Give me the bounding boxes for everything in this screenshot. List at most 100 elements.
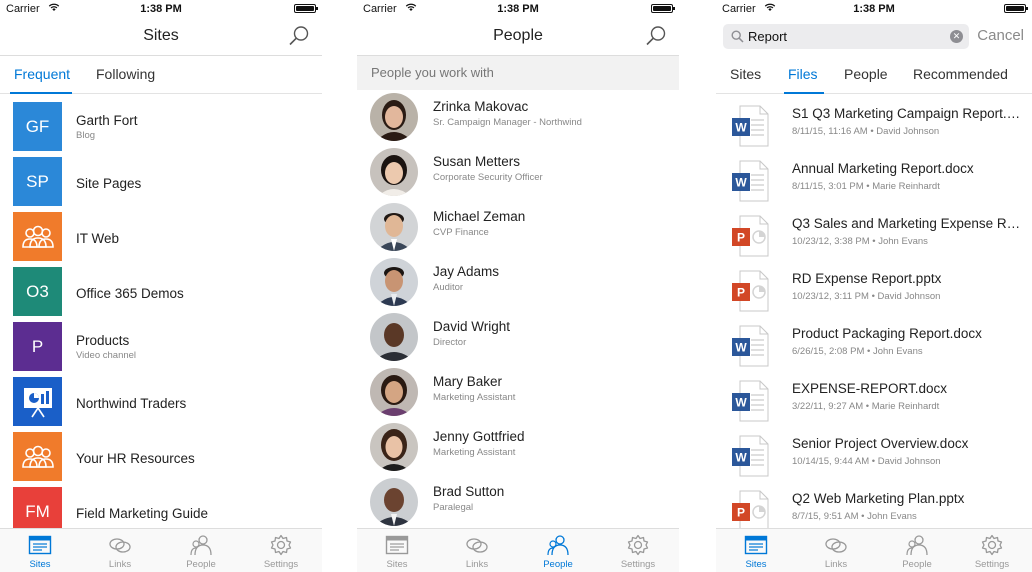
people-icon xyxy=(906,535,928,556)
tab-bar-sites[interactable]: Sites xyxy=(0,529,80,572)
file-name: Q2 Web Marketing Plan.pptx xyxy=(792,491,965,506)
file-item[interactable]: P RD Expense Report.pptx 10/23/12, 3:11 … xyxy=(716,264,1032,319)
tab-recommended[interactable]: Recommended xyxy=(913,66,1008,82)
powerpoint-doc-icon: P xyxy=(732,215,769,257)
clear-icon[interactable]: ✕ xyxy=(950,30,963,43)
file-item[interactable]: W Product Packaging Report.docx 6/26/15,… xyxy=(716,319,1032,374)
word-doc-icon: W xyxy=(732,325,769,367)
person-title: CVP Finance xyxy=(433,227,489,238)
file-item[interactable]: W Senior Project Overview.docx 10/14/15,… xyxy=(716,429,1032,484)
avatar xyxy=(370,93,418,141)
sites-icon xyxy=(28,535,52,555)
tab-bar-label: Settings xyxy=(263,559,299,570)
file-meta: 10/23/12, 3:11 PM • David Johnson xyxy=(792,291,941,302)
person-item[interactable]: Michael Zeman CVP Finance xyxy=(357,199,679,254)
file-item[interactable]: W S1 Q3 Marketing Campaign Report.docx 8… xyxy=(716,99,1032,154)
tab-following[interactable]: Following xyxy=(96,66,155,82)
sites-tabs: Frequent Following xyxy=(0,57,322,94)
search-icon[interactable] xyxy=(645,25,667,47)
file-meta: 8/11/15, 3:01 PM • Marie Reinhardt xyxy=(792,181,940,192)
nav-bar: Sites xyxy=(0,18,322,56)
tab-bar-settings[interactable]: Settings xyxy=(952,529,1032,572)
tab-bar-label: Sites xyxy=(386,559,408,570)
search-input[interactable] xyxy=(748,29,938,44)
tab-bar-links[interactable]: Links xyxy=(437,529,517,572)
tab-bar-links[interactable]: Links xyxy=(796,529,876,572)
site-item[interactable]: P Products Video channel xyxy=(0,319,322,374)
person-title: Sr. Campaign Manager - Northwind xyxy=(433,117,582,128)
person-name: Susan Metters xyxy=(433,154,521,169)
tab-people[interactable]: People xyxy=(844,66,888,82)
tab-bar-people[interactable]: People xyxy=(877,529,957,572)
clock: 1:38 PM xyxy=(140,3,182,15)
person-item[interactable]: Mary Baker Marketing Assistant xyxy=(357,364,679,419)
person-name: Jenny Gottfried xyxy=(433,429,525,444)
page-title: People xyxy=(493,27,543,44)
file-meta: 10/23/12, 3:38 PM • John Evans xyxy=(792,236,928,247)
tab-bar: Sites Links People Settings xyxy=(0,528,322,572)
person-item[interactable]: Brad Sutton Paralegal xyxy=(357,474,679,529)
tab-bar-people[interactable]: People xyxy=(518,529,598,572)
tab-bar-sites[interactable]: Sites xyxy=(716,529,796,572)
nav-bar: People xyxy=(357,18,679,56)
page-title: Sites xyxy=(143,27,179,44)
sites-screen: Carrier 1:38 PM Sites Frequent Following… xyxy=(0,0,322,572)
search-bar: ✕ Cancel xyxy=(716,18,1032,56)
tab-sites[interactable]: Sites xyxy=(730,66,761,82)
file-type-letter: P xyxy=(737,231,745,245)
cancel-button[interactable]: Cancel xyxy=(977,27,1024,44)
site-item[interactable]: IT Web xyxy=(0,209,322,264)
person-name: David Wright xyxy=(433,319,511,334)
person-title: Corporate Security Officer xyxy=(433,172,543,183)
word-doc-icon: W xyxy=(732,435,769,477)
tab-bar-label: Links xyxy=(108,559,132,570)
tab-bar-settings[interactable]: Settings xyxy=(241,529,321,572)
status-bar: Carrier 1:38 PM xyxy=(357,0,679,18)
file-item[interactable]: W EXPENSE-REPORT.docx 3/22/11, 9:27 AM •… xyxy=(716,374,1032,429)
person-name: Mary Baker xyxy=(433,374,503,389)
tab-frequent[interactable]: Frequent xyxy=(14,66,70,82)
search-icon[interactable] xyxy=(288,25,310,47)
person-item[interactable]: Susan Metters Corporate Security Officer xyxy=(357,144,679,199)
avatar xyxy=(370,368,418,416)
clock: 1:38 PM xyxy=(497,3,539,15)
links-icon xyxy=(466,538,488,553)
file-name: S1 Q3 Marketing Campaign Report.docx xyxy=(792,106,1024,121)
site-item[interactable]: O3 Office 365 Demos xyxy=(0,264,322,319)
active-tab-indicator xyxy=(784,92,824,94)
file-name: Q3 Sales and Marketing Expense Report.pp… xyxy=(792,216,1024,231)
tab-bar-label: Settings xyxy=(974,559,1010,570)
person-item[interactable]: David Wright Director xyxy=(357,309,679,364)
tab-bar-label: Settings xyxy=(620,559,656,570)
person-item[interactable]: Jenny Gottfried Marketing Assistant xyxy=(357,419,679,474)
people-icon xyxy=(190,535,212,556)
person-item[interactable]: Zrinka Makovac Sr. Campaign Manager - No… xyxy=(357,89,679,144)
search-screen: Carrier 1:38 PM ✕ Cancel Sites Files Peo… xyxy=(716,0,1032,572)
file-item[interactable]: W Annual Marketing Report.docx 8/11/15, … xyxy=(716,154,1032,209)
person-item[interactable]: Jay Adams Auditor xyxy=(357,254,679,309)
site-name: Garth Fort xyxy=(76,113,138,128)
tab-bar-sites[interactable]: Sites xyxy=(357,529,437,572)
tab-bar-people[interactable]: People xyxy=(161,529,241,572)
site-item[interactable]: Your HR Resources xyxy=(0,429,322,484)
sites-icon xyxy=(744,535,768,555)
site-item[interactable]: Northwind Traders xyxy=(0,374,322,429)
sites-icon xyxy=(385,535,409,555)
search-field[interactable]: ✕ xyxy=(723,24,969,49)
site-item[interactable]: GF Garth Fort Blog xyxy=(0,99,322,154)
tab-bar-label: People xyxy=(902,559,932,570)
site-item[interactable]: SP Site Pages xyxy=(0,154,322,209)
tab-bar-links[interactable]: Links xyxy=(80,529,160,572)
file-name: EXPENSE-REPORT.docx xyxy=(792,381,948,396)
status-bar: Carrier 1:38 PM xyxy=(0,0,322,18)
group-icon xyxy=(21,445,54,468)
file-meta: 3/22/11, 9:27 AM • Marie Reinhardt xyxy=(792,401,940,412)
site-subtitle: Blog xyxy=(76,130,96,141)
file-item[interactable]: P Q3 Sales and Marketing Expense Report.… xyxy=(716,209,1032,264)
tab-files[interactable]: Files xyxy=(788,66,818,82)
avatar xyxy=(370,203,418,251)
site-name: Northwind Traders xyxy=(76,396,187,411)
section-header: People you work with xyxy=(357,56,679,90)
file-type-letter: W xyxy=(735,396,747,410)
tab-bar-settings[interactable]: Settings xyxy=(598,529,678,572)
